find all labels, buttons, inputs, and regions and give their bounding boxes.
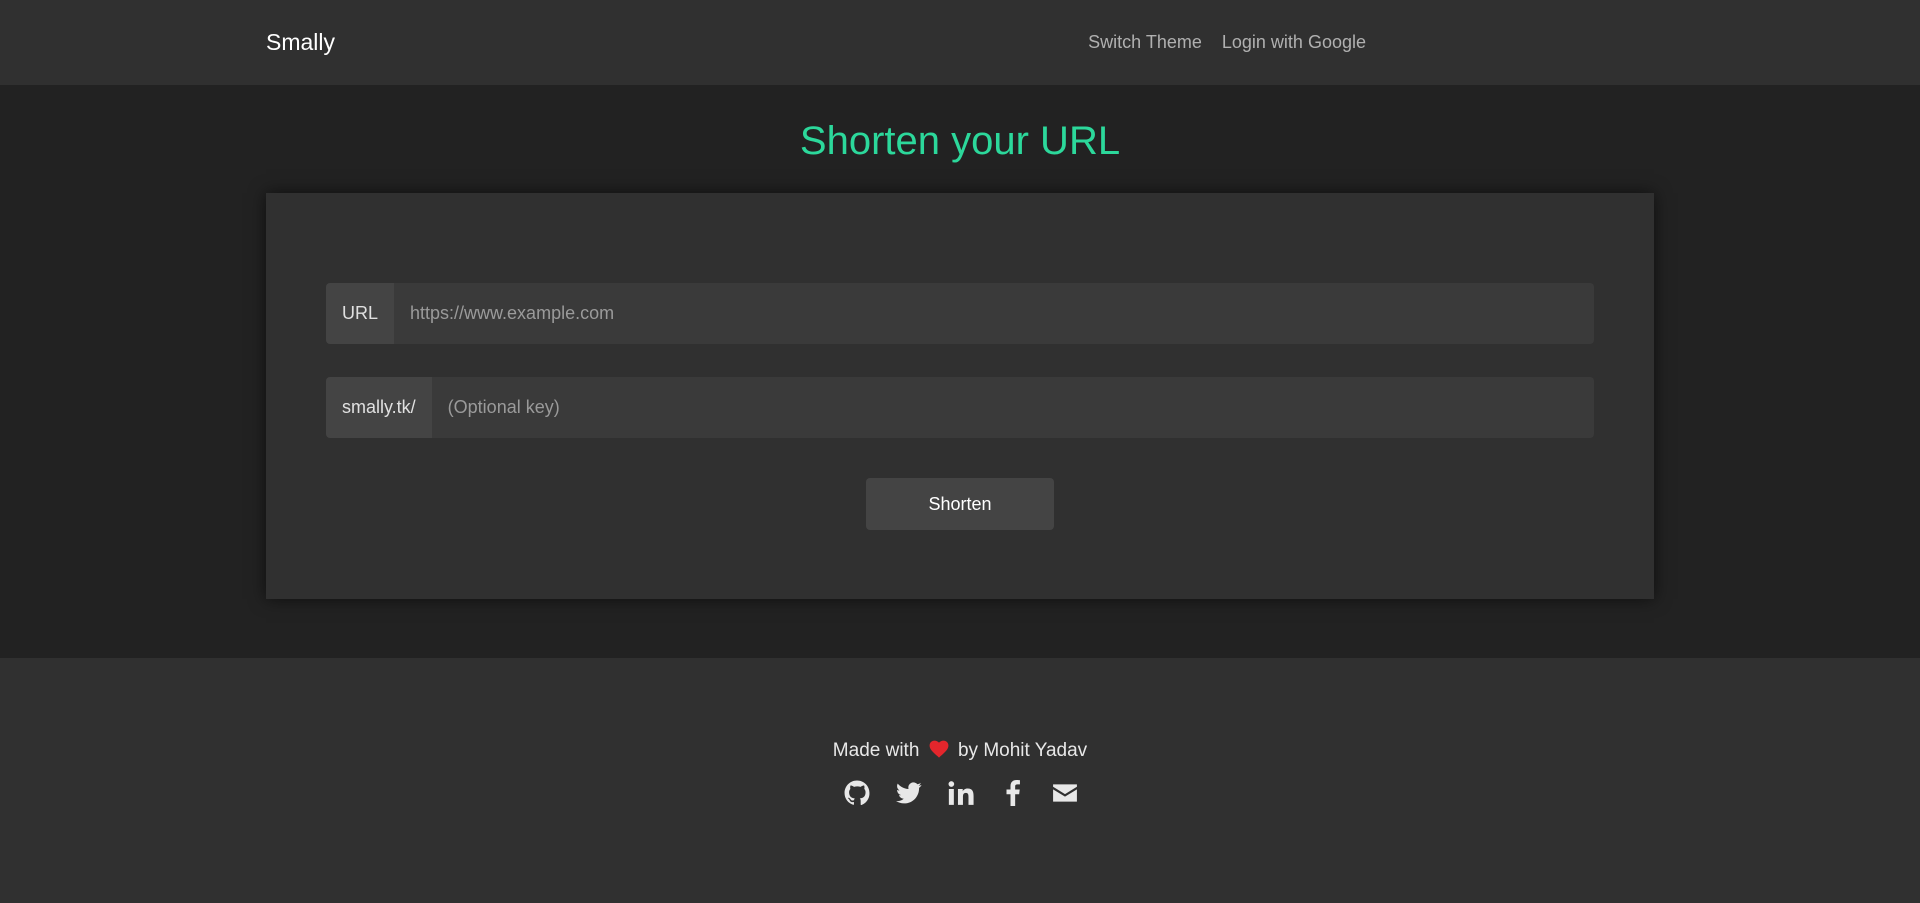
brand-logo[interactable]: Smally (266, 29, 335, 56)
optional-key-input[interactable] (431, 377, 1594, 438)
shorten-button[interactable]: Shorten (866, 478, 1054, 530)
navbar: Smally Switch Theme Login with Google (0, 0, 1920, 85)
key-input-group: smally.tk/ (326, 377, 1594, 438)
domain-prefix-label: smally.tk/ (326, 377, 432, 438)
social-links (0, 779, 1920, 807)
url-input-group: URL (326, 283, 1594, 344)
facebook-icon[interactable] (999, 779, 1027, 807)
made-with-text: Made with (832, 740, 920, 761)
linkedin-icon[interactable] (947, 779, 975, 807)
login-google-link[interactable]: Login with Google (1222, 32, 1366, 53)
twitter-icon[interactable] (895, 779, 923, 807)
heart-icon (929, 740, 949, 762)
nav-links: Switch Theme Login with Google (1088, 32, 1366, 53)
footer: Made with by Mohit Yadav (0, 658, 1920, 903)
email-icon[interactable] (1051, 779, 1079, 807)
shorten-form-card: URL smally.tk/ Shorten (266, 193, 1654, 599)
page-title: Shorten your URL (799, 119, 1121, 163)
author-text: by Mohit Yadav (957, 740, 1088, 761)
footer-credit: Made with by Mohit Yadav (0, 740, 1920, 762)
url-input[interactable] (394, 283, 1594, 344)
github-icon[interactable] (843, 779, 871, 807)
switch-theme-link[interactable]: Switch Theme (1088, 32, 1202, 53)
url-prefix-label: URL (326, 283, 395, 344)
